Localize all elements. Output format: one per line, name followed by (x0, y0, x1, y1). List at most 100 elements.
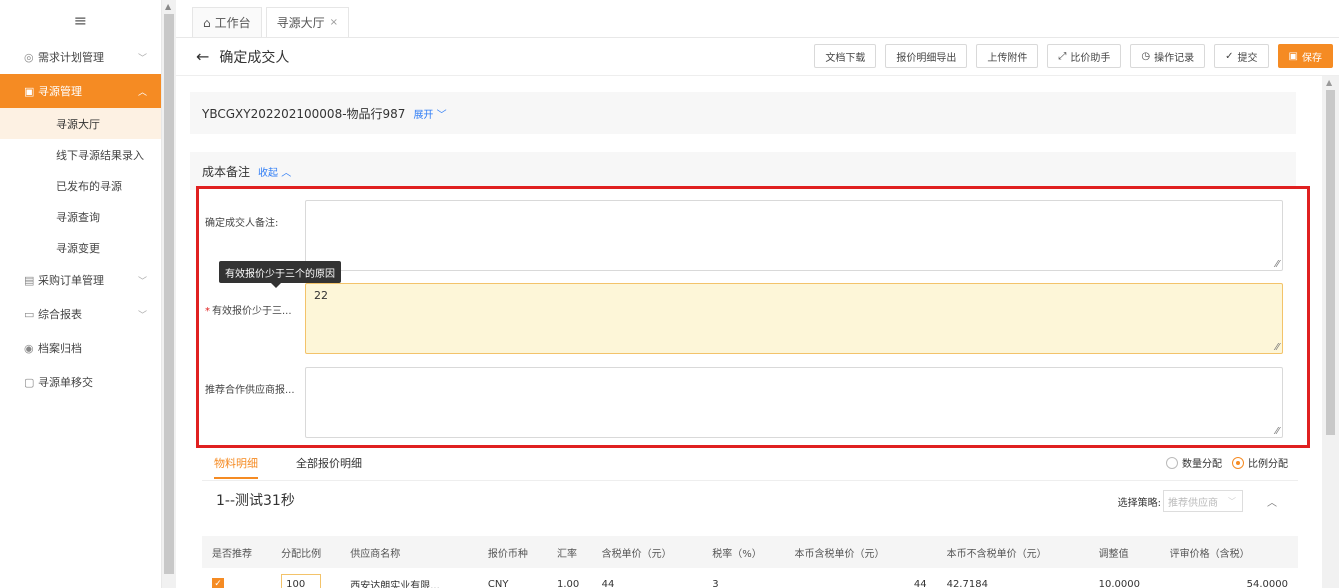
save-button[interactable]: ▣ 保存 (1277, 44, 1333, 68)
strategy-selector: 选择策略: 推荐供应商 ﹀ ︿ (1118, 490, 1277, 512)
collapse-section-icon[interactable]: ︿ (1267, 494, 1277, 509)
table-header-row: 是否推荐 分配比例 供应商名称 报价币种 汇率 含税单价（元） 税率（%） 本币… (202, 536, 1298, 568)
sidebar-item-label: 需求计划管理 (38, 51, 104, 64)
link-label: 展开 (413, 109, 434, 121)
tab-bar: ⌂ 工作台 寻源大厅 × (176, 0, 1339, 38)
report-icon: ▭ (24, 307, 35, 321)
resize-grip-icon[interactable]: ⁄⁄ (1276, 259, 1279, 270)
allocation-mode: 数量分配 比例分配 (1156, 455, 1288, 470)
expand-link[interactable]: 展开 ﹀ (413, 106, 446, 121)
sidebar-subitem-published[interactable]: 已发布的寻源 (0, 170, 161, 201)
sidebar-scrollbar[interactable]: ▲ (162, 0, 176, 588)
reason-label: * 有效报价少于三... (205, 302, 292, 317)
sidebar-item-reports[interactable]: ▭ 综合报表 ﹀ (0, 297, 161, 331)
table-cell: 44 (601, 578, 615, 588)
select-placeholder: 推荐供应商 (1168, 497, 1218, 509)
tab-home[interactable]: ⌂ 工作台 (192, 7, 262, 37)
submit-button[interactable]: ✓ 提交 (1214, 44, 1269, 68)
tab-label: 寻源大厅 (276, 16, 325, 30)
button-label: 比价助手 (1070, 52, 1111, 64)
doc-download-button[interactable]: 文档下载 (814, 44, 877, 68)
table-cell: CNY (487, 578, 509, 588)
sidebar-subitem-change[interactable]: 寻源变更 (0, 232, 161, 263)
order-panel: YBCGXY202202100008-物品行987 展开 ﹀ (190, 92, 1296, 134)
collapse-link[interactable]: 收起 ︿ (258, 164, 291, 179)
ratio-input[interactable]: 100 (281, 574, 322, 588)
sidebar-item-demand-plan[interactable]: ◎ 需求计划管理 ﹀ (0, 40, 161, 74)
table-cell: 3 (712, 578, 719, 588)
button-label: 保存 (1302, 52, 1322, 64)
strategy-select[interactable]: 推荐供应商 ﹀ (1163, 490, 1243, 512)
table-cell: 西安达朗实业有限... (350, 580, 440, 588)
reason-textarea[interactable]: 22 ⁄⁄ (305, 283, 1283, 354)
tab-sourcing-hall[interactable]: 寻源大厅 × (265, 7, 350, 37)
tooltip: 有效报价少于三个的原因 (219, 261, 341, 288)
table-header: 调整值 (1088, 536, 1160, 568)
check-icon: ✓ (1225, 50, 1234, 62)
quote-table: 是否推荐 分配比例 供应商名称 报价币种 汇率 含税单价（元） 税率（%） 本币… (202, 536, 1298, 588)
scrollbar-thumb[interactable] (164, 14, 174, 574)
resize-grip-icon[interactable]: ⁄⁄ (1276, 342, 1279, 353)
sidebar-item-purchase-order[interactable]: ▤ 采购订单管理 ﹀ (0, 263, 161, 297)
sidebar-item-sourcing[interactable]: ▣ 寻源管理 ︿ (0, 74, 161, 108)
sidebar-item-transfer[interactable]: ▢ 寻源单移交 (0, 365, 161, 399)
radio-ratio[interactable] (1232, 456, 1244, 469)
sidebar-item-archive[interactable]: ◉ 档案归档 (0, 331, 161, 365)
content-scrollbar[interactable]: ▲ (1322, 76, 1339, 588)
reason-value: 22 (314, 289, 328, 302)
tab-material-detail[interactable]: 物料明细 (214, 455, 258, 479)
button-label: 操作记录 (1154, 52, 1195, 64)
archive-icon: ◉ (24, 341, 34, 355)
table-header: 报价币种 (477, 536, 547, 568)
scrollbar-thumb[interactable] (1326, 90, 1335, 435)
compare-assistant-button[interactable]: ⤢ 比价助手 (1047, 44, 1122, 68)
table-header: 本币含税单价（元） (784, 536, 937, 568)
operation-log-button[interactable]: ◷ 操作记录 (1130, 44, 1206, 68)
resize-grip-icon[interactable]: ⁄⁄ (1276, 426, 1279, 437)
winner-note-textarea[interactable]: ⁄⁄ (305, 200, 1283, 271)
recommend-textarea[interactable]: ⁄⁄ (305, 367, 1283, 438)
highlight-box: 确定成交人备注: ⁄⁄ 有效报价少于三个的原因 * 有效报价少于三... 22 ⁄⁄… (196, 186, 1310, 448)
upload-attachment-button[interactable]: 上传附件 (976, 44, 1039, 68)
required-mark: * (205, 306, 210, 317)
field-label: 有效报价少于三... (212, 306, 292, 317)
winner-note-label: 确定成交人备注: (205, 218, 279, 229)
table-header: 税率（%） (702, 536, 785, 568)
cost-title: 成本备注 (202, 164, 251, 179)
home-icon: ⌂ (203, 15, 211, 30)
menu-toggle-icon[interactable]: ≡ (0, 0, 161, 40)
recommend-checkbox[interactable]: ✓ (212, 578, 224, 588)
quote-export-button[interactable]: 报价明细导出 (885, 44, 968, 68)
radio-ratio-label: 比例分配 (1248, 459, 1288, 470)
sidebar-subitem-query[interactable]: 寻源查询 (0, 201, 161, 232)
sidebar-subitem-offline-entry[interactable]: 线下寻源结果录入 (0, 139, 161, 170)
table-header: 供应商名称 (340, 536, 478, 568)
close-icon[interactable]: × (330, 17, 338, 28)
radio-qty-label: 数量分配 (1182, 459, 1222, 470)
radio-qty[interactable] (1166, 456, 1178, 469)
transfer-icon: ▢ (24, 375, 35, 389)
chevron-down-icon: ﹀ (137, 310, 147, 321)
sidebar-subitem-hall[interactable]: 寻源大厅 (0, 108, 161, 139)
tab-label: 工作台 (214, 16, 251, 30)
compare-icon: ⤢ (1058, 50, 1067, 62)
clock-icon: ◷ (1141, 50, 1151, 62)
chevron-down-icon: ﹀ (1228, 496, 1236, 506)
save-icon: ▣ (1288, 50, 1298, 62)
table-header: 分配比例 (271, 536, 341, 568)
scroll-up-icon[interactable]: ▲ (165, 2, 171, 11)
tab-all-quotes[interactable]: 全部报价明细 (296, 455, 362, 471)
table-cell: 42.7184 (946, 578, 988, 588)
table-header: 是否推荐 (202, 536, 272, 568)
table-cell: 44 (913, 578, 927, 588)
scroll-up-icon[interactable]: ▲ (1326, 78, 1332, 87)
button-label: 提交 (1237, 52, 1258, 64)
sidebar-item-label: 档案归档 (38, 342, 82, 355)
sidebar-item-label: 寻源单移交 (38, 376, 93, 389)
page-title: 确定成交人 (219, 49, 290, 66)
back-arrow-icon[interactable]: ← (196, 47, 209, 66)
sidebar: ≡ ◎ 需求计划管理 ﹀ ▣ 寻源管理 ︿ 寻源大厅 线下寻源结果录入 已发布的寻源 寻… (0, 0, 162, 588)
page-header: ← 确定成交人 文档下载 报价明细导出 上传附件 ⤢ 比价助手 ◷ 操作记录 ✓ 提交… (176, 38, 1339, 76)
chevron-up-icon: ︿ (137, 87, 147, 98)
grid-icon: ◎ (24, 50, 34, 64)
